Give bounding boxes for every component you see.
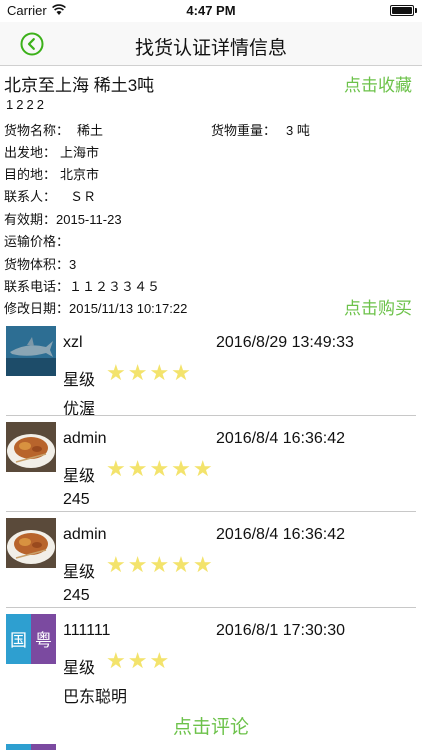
comment-author: 111111 — [63, 622, 111, 639]
volume-label: 货物体积： — [4, 257, 70, 272]
modified-row: 修改日期：2015/11/13 10:17:22 — [4, 298, 187, 317]
price-row: 运输价格： — [4, 231, 73, 250]
page-title: 找货认证详情信息 — [134, 38, 287, 59]
star-rating: ★★★★ — [106, 360, 193, 385]
rating-label: 星级 — [63, 468, 96, 485]
shark-avatar — [6, 326, 56, 376]
star-rating: ★★★★★ — [106, 552, 215, 577]
validity-label: 有效期： — [4, 212, 57, 227]
collect-button[interactable]: 点击收藏 — [344, 71, 412, 96]
goods-name-value: 稀土 — [77, 123, 104, 138]
comment-date: 2016/8/4 16:36:42 — [216, 526, 346, 543]
validity-value: 2015-11-23 — [56, 212, 122, 227]
contact-row: 联系人： ＳＲ — [4, 186, 96, 205]
modified-value: 2015/11/13 10:17:22 — [69, 301, 188, 316]
star-rating: ★★★ — [106, 648, 172, 673]
volume-row: 货物体积：3 — [4, 254, 76, 273]
destination-row: 目的地： 北京市 — [4, 164, 99, 183]
phone-row: 联系电话：１１２３３４５ — [4, 276, 160, 295]
phone-value: １１２３３４５ — [69, 279, 161, 294]
comment-item: xzl 2016/8/29 13:49:33 星级 ★★★★ 优渥 — [0, 320, 422, 418]
guoyue-avatar: 国 粤 — [6, 614, 56, 664]
origin-row: 出发地： 上海市 — [4, 142, 99, 161]
validity-row: 有效期：2015-11-23 — [4, 209, 122, 228]
weight-label: 货物重量： — [211, 123, 277, 138]
comment-item: admin 2016/8/4 16:36:42 星级 ★★★★★ 245 — [0, 512, 422, 608]
comment-item: 国 粤 111111 2016/8/1 17:30:30 星级 ★★★ 巴东聪明 — [0, 608, 422, 706]
contact-value: ＳＲ — [70, 189, 97, 204]
comment-text: 巴东聪明 — [63, 689, 128, 706]
navigation-bar: 找货认证详情信息 — [0, 22, 422, 66]
goods-name-row: 货物名称： 稀土 — [4, 120, 103, 139]
star-rating: ★★★★★ — [106, 456, 215, 481]
comment-text: 245 — [63, 491, 90, 508]
price-label: 运输价格： — [4, 234, 70, 249]
buy-button[interactable]: 点击购买 — [344, 294, 412, 319]
rating-label: 星级 — [63, 660, 96, 677]
volume-value: 3 — [69, 257, 77, 272]
comment-text: 245 — [63, 587, 90, 604]
comment-date: 2016/8/1 17:30:30 — [216, 622, 346, 639]
avatar-char-right: 粤 — [35, 631, 52, 651]
clock: 4:47 PM — [186, 3, 236, 18]
goods-name-label: 货物名称： — [4, 123, 70, 138]
cargo-code: 1222 — [6, 97, 47, 112]
destination-value: 北京市 — [60, 167, 100, 182]
origin-label: 出发地： — [4, 145, 57, 160]
origin-value: 上海市 — [60, 145, 100, 160]
add-comment-button[interactable]: 点击评论 — [0, 712, 422, 739]
comment-author: admin — [63, 430, 107, 447]
weight-value: 3 吨 — [286, 123, 310, 138]
battery-icon — [390, 5, 414, 16]
next-avatar-peek — [6, 744, 56, 750]
rating-label: 星级 — [63, 564, 96, 581]
modified-label: 修改日期： — [4, 301, 70, 316]
avatar-char-left: 国 — [10, 631, 27, 651]
battery-tip — [415, 8, 417, 13]
contact-label: 联系人： — [4, 189, 57, 204]
cargo-title: 北京至上海 稀土3吨 — [4, 76, 155, 95]
destination-label: 目的地： — [4, 167, 57, 182]
comment-date: 2016/8/29 13:49:33 — [216, 334, 354, 351]
food-avatar — [6, 422, 56, 472]
status-bar: Carrier 4:47 PM — [0, 0, 422, 22]
comment-author: admin — [63, 526, 107, 543]
phone-label: 联系电话： — [4, 279, 70, 294]
food-avatar — [6, 518, 56, 568]
rating-label: 星级 — [63, 372, 96, 389]
weight-row: 货物重量： 3 吨 — [211, 120, 310, 139]
comment-item: admin 2016/8/4 16:36:42 星级 ★★★★★ 245 — [0, 416, 422, 512]
comment-author: xzl — [63, 334, 83, 351]
comment-date: 2016/8/4 16:36:42 — [216, 430, 346, 447]
